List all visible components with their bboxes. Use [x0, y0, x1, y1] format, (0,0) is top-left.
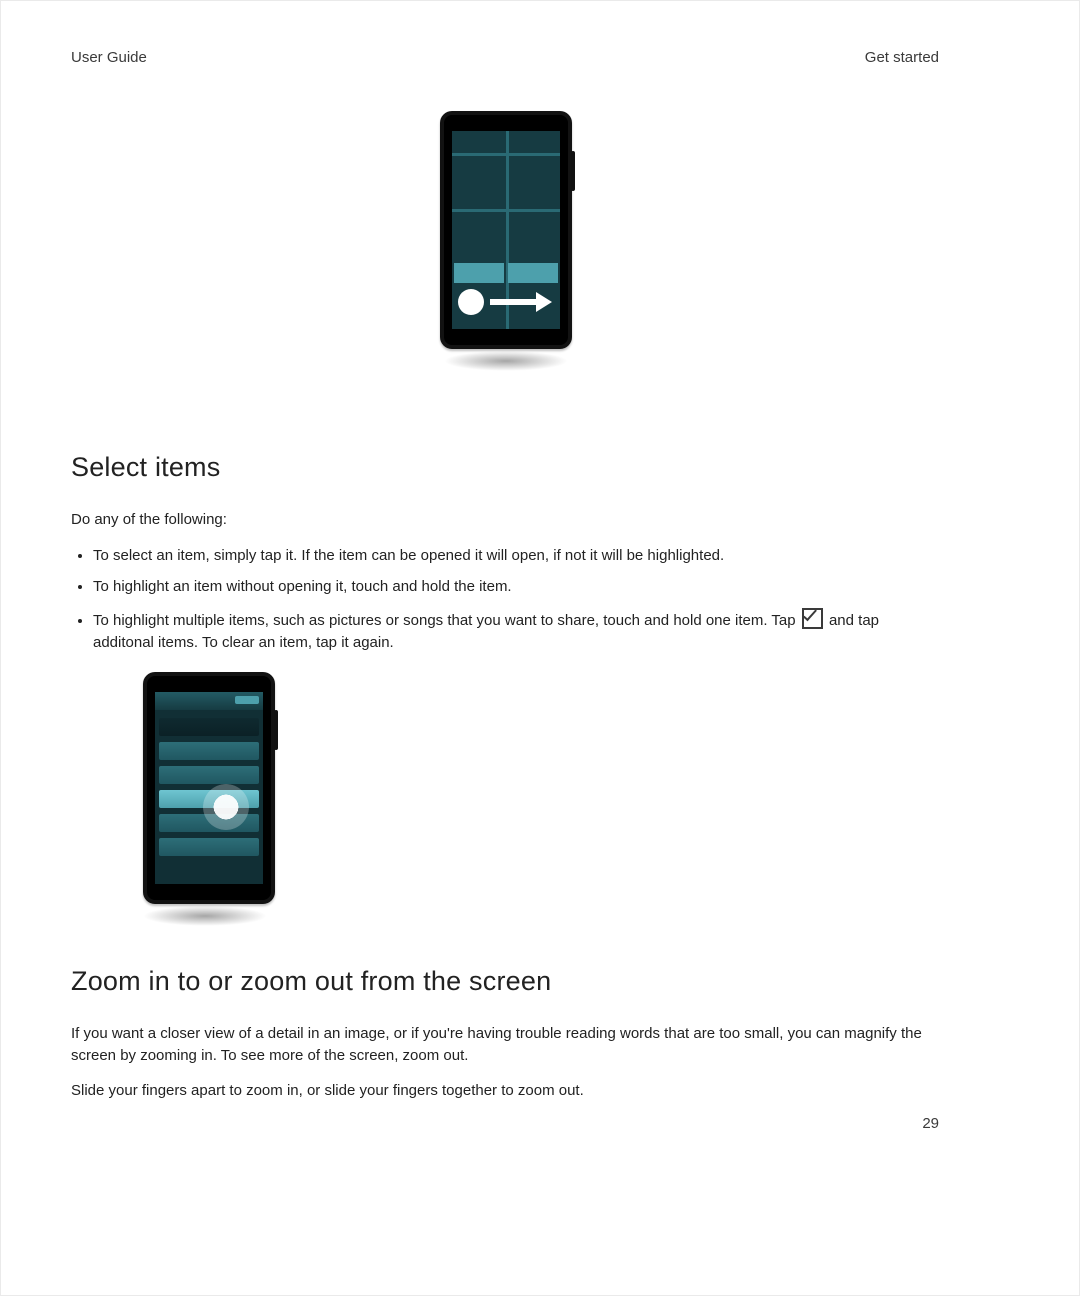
header-right-label: Get started: [865, 47, 939, 69]
page-body: Select items Do any of the following: To…: [71, 111, 941, 1116]
phone-illustration-touchhold: [143, 672, 275, 904]
touch-hold-gesture-figure: [143, 672, 267, 904]
list-item-text-prefix: To highlight multiple items, such as pic…: [93, 612, 800, 629]
list-item: To highlight multiple items, such as pic…: [93, 608, 941, 654]
page-number: 29: [922, 1113, 939, 1135]
document-page: User Guide Get started: [0, 0, 1080, 1296]
multi-select-checkbox-icon: [802, 608, 823, 629]
list-item: To highlight an item without opening it,…: [93, 576, 941, 598]
select-items-list: To select an item, simply tap it. If the…: [71, 545, 941, 654]
touch-point-icon: [458, 289, 484, 315]
zoom-heading: Zoom in to or zoom out from the screen: [71, 962, 941, 1001]
list-item: To select an item, simply tap it. If the…: [93, 545, 941, 567]
swipe-right-arrow-icon: [490, 293, 552, 311]
swipe-gesture-figure: [71, 111, 941, 378]
select-items-intro: Do any of the following:: [71, 509, 941, 531]
phone-screen: [452, 131, 560, 329]
zoom-paragraph-1: If you want a closer view of a detail in…: [71, 1023, 941, 1067]
zoom-paragraph-2: Slide your fingers apart to zoom in, or …: [71, 1080, 941, 1102]
phone-side-button: [571, 151, 575, 191]
phone-illustration-swipe: [440, 111, 572, 371]
phone-screen: [155, 692, 263, 884]
header-left-label: User Guide: [71, 47, 147, 69]
phone-frame: [440, 111, 572, 349]
touch-point-icon: [203, 784, 249, 830]
phone-side-button: [274, 710, 278, 750]
select-items-heading: Select items: [71, 448, 941, 487]
